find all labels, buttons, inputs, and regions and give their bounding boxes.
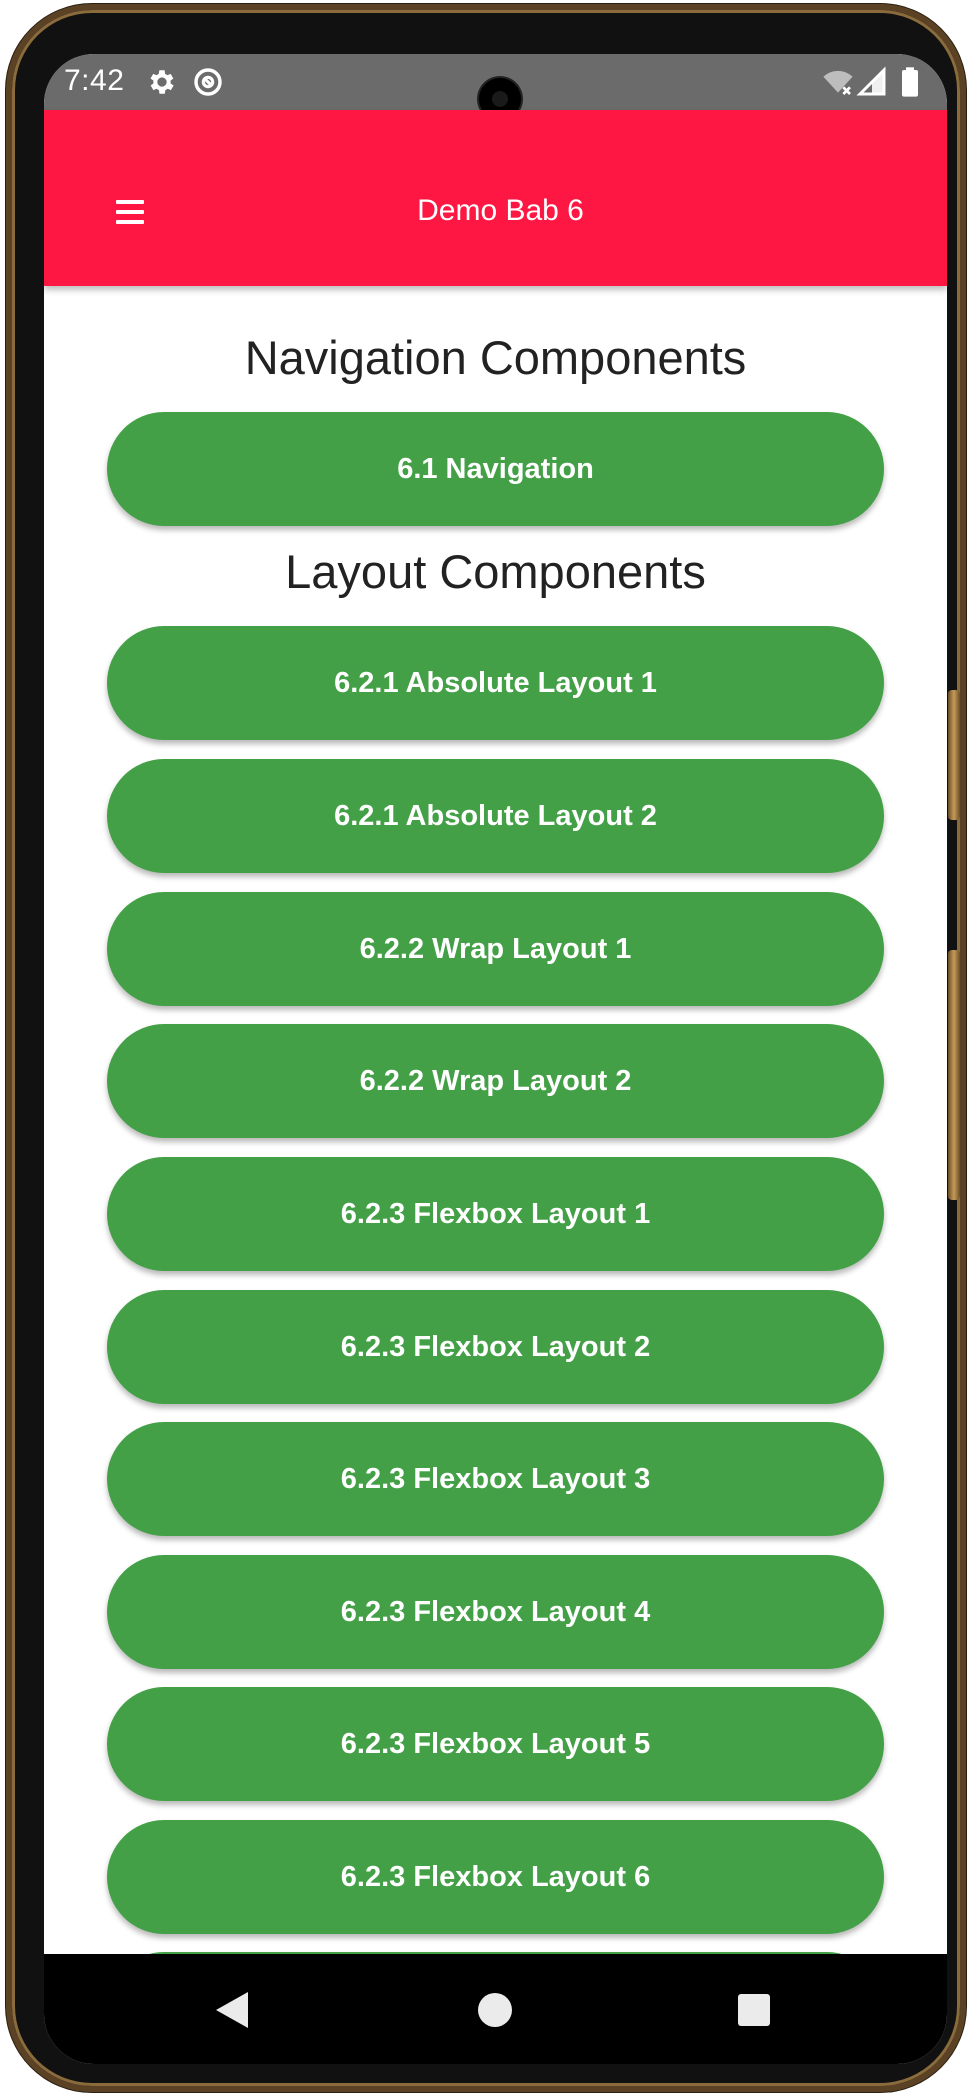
app-title: Demo Bab 6 xyxy=(417,194,584,227)
flexbox-layout-2-button[interactable]: 6.2.3 Flexbox Layout 2 xyxy=(107,1290,884,1404)
flexbox-layout-1-button[interactable]: 6.2.3 Flexbox Layout 1 xyxy=(107,1157,884,1271)
navigation-button[interactable]: 6.1 Navigation xyxy=(107,412,884,526)
settings-gear-icon xyxy=(150,70,174,94)
home-circle-icon[interactable] xyxy=(478,1993,512,2027)
layout-section-title: Layout Components xyxy=(285,545,706,598)
power-button xyxy=(948,950,960,1200)
signal-icon xyxy=(856,66,886,96)
volume-button xyxy=(948,690,960,820)
battery-icon xyxy=(902,67,918,97)
wifi-off-icon xyxy=(823,70,853,95)
flexbox-layout-6-button[interactable]: 6.2.3 Flexbox Layout 6 xyxy=(107,1820,884,1934)
back-triangle-icon[interactable] xyxy=(216,1992,248,2028)
navigation-section-title: Navigation Components xyxy=(244,331,747,384)
wrap-layout-1-button[interactable]: 6.2.2 Wrap Layout 1 xyxy=(107,892,884,1006)
status-time: 7:42 xyxy=(64,64,125,97)
absolute-layout-2-button[interactable]: 6.2.1 Absolute Layout 2 xyxy=(107,759,884,873)
system-navigation-bar xyxy=(44,1954,947,2064)
flexbox-layout-4-button[interactable]: 6.2.3 Flexbox Layout 4 xyxy=(107,1555,884,1669)
screen: 7:42 Demo Bab 6 Navigation Components 6.… xyxy=(44,54,947,2064)
absolute-layout-1-button[interactable]: 6.2.1 Absolute Layout 1 xyxy=(107,626,884,740)
flexbox-layout-5-button[interactable]: 6.2.3 Flexbox Layout 5 xyxy=(107,1687,884,1801)
flexbox-layout-3-button[interactable]: 6.2.3 Flexbox Layout 3 xyxy=(107,1422,884,1536)
status-bar: 7:42 xyxy=(44,54,947,120)
phone-frame: 7:42 Demo Bab 6 Navigation Components 6.… xyxy=(6,4,966,2092)
recents-square-icon[interactable] xyxy=(738,1994,770,2026)
at-sign-icon xyxy=(194,68,222,96)
wrap-layout-2-button[interactable]: 6.2.2 Wrap Layout 2 xyxy=(107,1024,884,1138)
